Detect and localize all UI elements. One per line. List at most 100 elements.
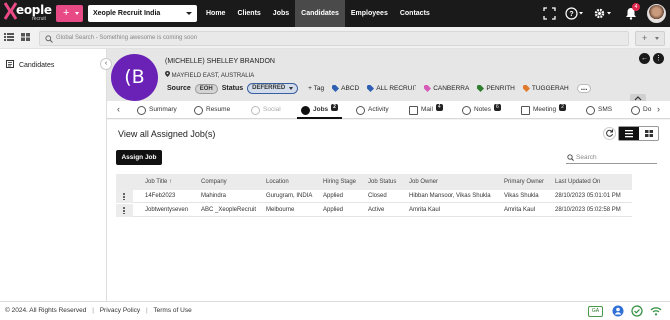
nav-candidates[interactable]: Candidates	[295, 0, 345, 27]
tab-sms[interactable]: SMS	[586, 101, 612, 119]
tab-activity[interactable]: Activity	[356, 101, 389, 119]
tab-mail[interactable]: Mail 4	[409, 101, 443, 119]
row-menu-icon[interactable]	[123, 193, 126, 202]
list-view-button[interactable]	[619, 127, 639, 140]
sort-ascending-icon: ↑	[169, 179, 173, 185]
help-icon[interactable]: ?	[565, 7, 583, 20]
list-view-icon	[4, 33, 14, 41]
row-menu-icon[interactable]	[123, 207, 126, 216]
calendar-icon	[521, 105, 530, 115]
col-job-status[interactable]: Job Status	[368, 174, 396, 190]
tabs-scroll-left-icon[interactable]: ‹	[117, 104, 120, 114]
sidebar-item-candidates[interactable]: Candidates	[6, 60, 54, 69]
mail-icon	[409, 105, 418, 115]
cell-job-title[interactable]: 14Feb2023	[145, 190, 175, 203]
user-circle-icon[interactable]	[612, 305, 624, 317]
secondary-toolbar: Global Search - Something awesome is com…	[0, 27, 670, 49]
view-switch	[4, 32, 32, 44]
cell-primary-owner: Vikas Shukla	[504, 193, 539, 199]
quick-add-label: +	[63, 7, 70, 19]
add-dropdown-button[interactable]: +	[635, 31, 665, 46]
nav-contacts[interactable]: Contacts	[394, 0, 436, 27]
main-content: (B (MICHELLE) SHELLEY BRANDON MAYFIELD E…	[107, 49, 670, 301]
company-select[interactable]: Xeople Recruit India	[88, 5, 197, 22]
chevron-down-icon	[655, 37, 659, 40]
refresh-button[interactable]	[603, 127, 616, 140]
cell-company: ABC _XeopleRecruit	[201, 207, 257, 213]
quick-add-button[interactable]: +	[56, 5, 83, 22]
cell-job-title[interactable]: Jobtwentyseven	[145, 204, 188, 217]
ga-badge[interactable]: GA	[588, 306, 603, 317]
add-dropdown-label: +	[642, 33, 648, 43]
tab-label: Summary	[149, 106, 177, 113]
source-badge[interactable]: EOH	[194, 83, 218, 94]
col-last-updated[interactable]: Last Updated On	[555, 174, 600, 190]
settings-icon[interactable]	[593, 7, 611, 20]
expand-icon[interactable]	[543, 7, 556, 20]
nav-jobs[interactable]: Jobs	[267, 0, 295, 27]
nav-employees[interactable]: Employees	[345, 0, 394, 27]
tab-summary[interactable]: Summary	[137, 101, 177, 119]
more-vertical-icon[interactable]: ⋮	[653, 53, 664, 64]
col-hiring-stage[interactable]: Hiring Stage	[323, 174, 356, 190]
social-share-icon	[251, 105, 260, 115]
tab-label: Meeting	[533, 106, 557, 113]
tag-label: TUGGERAH	[531, 85, 569, 92]
candidate-card-icon	[6, 60, 14, 68]
col-company[interactable]: Company	[201, 174, 227, 190]
col-job-owner[interactable]: Job Owner	[409, 174, 438, 190]
search-icon	[45, 35, 53, 49]
grid-view-button[interactable]	[639, 127, 659, 140]
tab-social[interactable]: Social	[251, 101, 281, 119]
tag-abcd[interactable]: ABCD	[332, 85, 359, 92]
more-tags-button[interactable]: ...	[576, 84, 592, 93]
table-row[interactable]: Jobtwentyseven ABC _XeopleRecruit Melbou…	[116, 204, 632, 217]
table-row[interactable]: 14Feb2023 Mahindra Gurugram, INDIA Appli…	[116, 190, 632, 203]
assign-job-button[interactable]: Assign Job	[116, 150, 162, 165]
grid-view-icon	[21, 33, 30, 41]
user-avatar[interactable]	[647, 4, 666, 23]
chevron-left-icon: ‹	[104, 60, 108, 67]
back-arrow-icon[interactable]: ←	[639, 53, 650, 64]
candidate-name: (MICHELLE) SHELLEY BRANDON	[165, 58, 275, 65]
tag-tuggerah[interactable]: TUGGERAH	[522, 85, 569, 92]
tab-jobs[interactable]: Jobs 2	[297, 101, 342, 119]
tag-icon	[424, 85, 432, 92]
tabs-scroll-right-icon[interactable]: ›	[657, 104, 660, 114]
sidebar-collapse-button[interactable]: ‹	[100, 58, 112, 70]
chevron-down-icon	[186, 12, 192, 15]
jobs-table-header: Job Title ↑ Company Location Hiring Stag…	[116, 174, 632, 190]
tab-meeting[interactable]: Meeting 2	[521, 101, 566, 119]
tab-resume[interactable]: Resume	[194, 101, 230, 119]
cell-job-status: Active	[368, 207, 385, 213]
wifi-icon[interactable]	[650, 305, 662, 317]
nav-home[interactable]: Home	[200, 0, 231, 27]
tag-icon	[332, 85, 340, 92]
xeople-logo[interactable]: eople recruit	[4, 2, 52, 24]
chevron-down-icon	[75, 12, 79, 15]
privacy-policy-link[interactable]: Privacy Policy	[100, 307, 140, 314]
terms-of-use-link[interactable]: Terms of Use	[153, 307, 191, 314]
left-sidebar: Candidates	[0, 49, 107, 301]
check-circle-icon[interactable]	[631, 305, 643, 317]
global-search-input[interactable]: Global Search - Something awesome is com…	[39, 31, 629, 46]
nav-clients[interactable]: Clients	[231, 0, 266, 27]
main-nav: Home Clients Jobs Candidates Employees C…	[200, 0, 436, 27]
tab-documents[interactable]: Do	[631, 101, 651, 119]
tag-penrith[interactable]: PENRITH	[477, 85, 515, 92]
tag-all-recruita[interactable]: ALL RECRUITA	[367, 85, 416, 92]
global-search-placeholder: Global Search - Something awesome is com…	[56, 35, 198, 41]
col-location[interactable]: Location	[266, 174, 289, 190]
bell-icon[interactable]: 4	[625, 3, 640, 20]
col-primary-owner[interactable]: Primary Owner	[504, 174, 544, 190]
jobs-search-input[interactable]: Search	[566, 152, 657, 164]
col-job-title[interactable]: Job Title ↑	[145, 174, 172, 190]
cell-job-owner: Amrita Kaul	[409, 207, 441, 213]
divider: |	[92, 307, 94, 314]
list-view-icon	[625, 130, 633, 138]
tab-notes[interactable]: Notes 6	[462, 101, 501, 119]
add-tag-button[interactable]: + Tag	[308, 85, 324, 92]
status-dropdown[interactable]: DEFERRED	[247, 83, 299, 94]
tag-label: PENRITH	[486, 85, 515, 92]
tag-canberra[interactable]: CANBERRA	[424, 85, 469, 92]
